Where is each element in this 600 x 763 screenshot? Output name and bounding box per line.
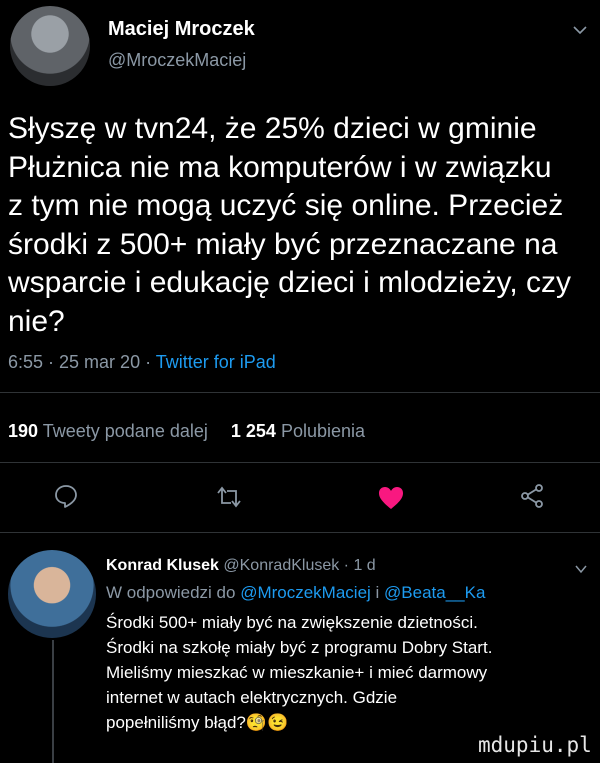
heart-icon — [379, 487, 403, 509]
tweet-text-line: Płużnica nie ma komputerów i w związku — [8, 150, 552, 184]
mention-link[interactable]: @Beata__Ka — [384, 583, 485, 602]
likes-label: Polubienia — [280, 421, 366, 441]
reply-text: Środki 500+ miały być na zwiększenie dzi… — [106, 610, 596, 735]
retweet-button[interactable] — [214, 484, 244, 510]
share-icon — [521, 484, 543, 508]
reply-header: Konrad Klusek @KonradKlusek · 1 d — [106, 557, 376, 575]
tweet-text: Słyszę w tvn24, że 25% dzieci w gminie P… — [8, 110, 598, 341]
like-button[interactable] — [377, 485, 405, 511]
reply-text-line: internet w autach elektrycznych. Gdzie — [106, 688, 398, 707]
watermark: mdupiu.pl — [478, 733, 592, 757]
retweets-stat[interactable]: 190 Tweety podane dalej — [8, 421, 208, 441]
mention-link[interactable]: @MroczekMaciej — [240, 583, 371, 602]
reply-author-name[interactable]: Konrad Klusek — [106, 557, 219, 574]
reply-text-line: Mieliśmy mieszkać w mieszkanie+ i mieć d… — [106, 663, 488, 682]
reply-meta[interactable]: @KonradKlusek · 1 d — [223, 557, 375, 574]
reply-button[interactable] — [52, 482, 80, 510]
tweet-text-line: Słyszę w tvn24, że 25% dzieci w gminie — [8, 112, 537, 145]
thread-line — [52, 640, 54, 763]
retweets-label: Tweety podane dalej — [42, 421, 208, 441]
author-handle[interactable]: @MroczekMaciej — [108, 50, 246, 71]
replying-to: W odpowiedzi do @MroczekMaciej i @Beata_… — [106, 583, 485, 603]
author-avatar[interactable] — [10, 6, 90, 86]
tweet-meta: 6:55 · 25 mar 20 · Twitter for iPad — [8, 352, 276, 373]
divider — [0, 532, 600, 533]
tweet-source-link[interactable]: Twitter for iPad — [156, 352, 276, 372]
tweet-text-line: nie? — [8, 304, 65, 338]
author-name[interactable]: Maciej Mroczek — [108, 18, 255, 41]
share-button[interactable] — [518, 482, 546, 510]
reply-text-last: popełniliśmy błąd? — [106, 713, 246, 732]
likes-stat[interactable]: 1 254 Polubienia — [231, 421, 365, 441]
reply-text-line: Środki 500+ miały być na zwiększenie dzi… — [106, 613, 478, 632]
tweet-stats: 190 Tweety podane dalej 1 254 Polubienia — [8, 421, 365, 442]
replying-prefix: W odpowiedzi do — [106, 583, 241, 602]
retweets-count: 190 — [8, 421, 39, 441]
chevron-down-icon[interactable] — [574, 562, 588, 576]
retweet-icon — [217, 486, 241, 508]
tweet-text-line: z tym nie mogą uczyć się online. Przecie… — [8, 189, 564, 222]
emoji: 🧐😉 — [245, 713, 289, 732]
reply-text-line: Środki na szkołę miały być z programu Do… — [106, 638, 493, 657]
mention-join: i — [370, 583, 385, 602]
tweet-timestamp[interactable]: 6:55 · 25 mar 20 · — [8, 352, 156, 372]
tweet-text-line: środki z 500+ miały być przeznaczane na — [8, 227, 558, 261]
divider — [0, 392, 600, 393]
divider — [0, 462, 600, 463]
tweet-text-line: wsparcie i edukację dzieci i mlodzieży, … — [8, 266, 571, 299]
comment-icon — [55, 485, 77, 508]
chevron-down-icon[interactable] — [572, 22, 588, 38]
reply-avatar[interactable] — [8, 550, 96, 638]
reply-text-line: popełniliśmy błąd?🧐😉 — [106, 710, 596, 735]
likes-count: 1 254 — [230, 421, 276, 441]
